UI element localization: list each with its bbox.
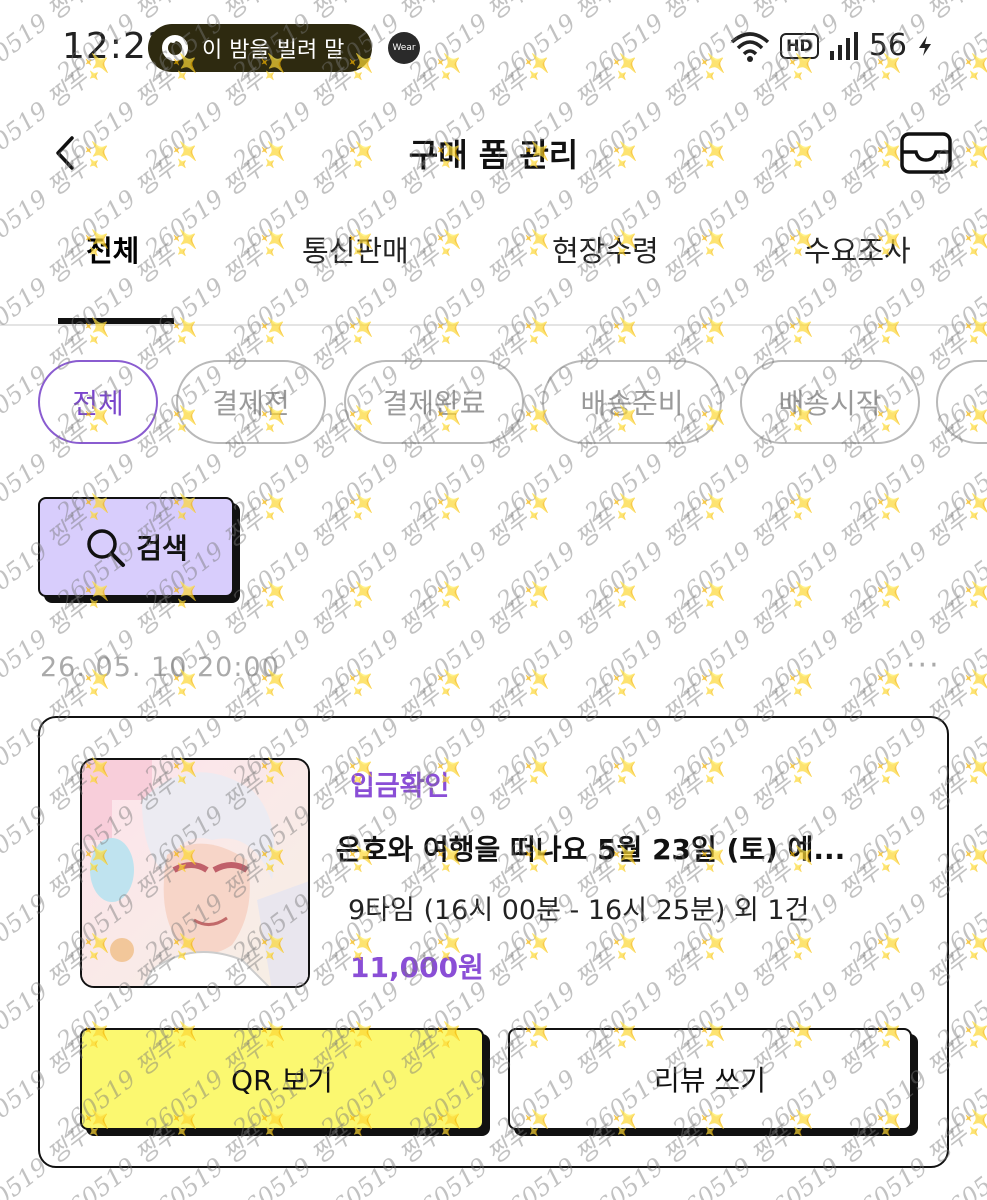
watermark-text: 260519 찡푸✨ bbox=[227, 574, 382, 703]
filter-chip-all[interactable]: 전체 bbox=[38, 360, 158, 444]
signal-icon bbox=[829, 31, 859, 61]
filter-chip-more[interactable] bbox=[936, 360, 987, 444]
search-label: 검색 bbox=[136, 532, 188, 565]
watermark-text: 260519 찡푸✨ bbox=[667, 486, 822, 615]
battery-level: 56 bbox=[868, 28, 907, 63]
filter-chip-before-payment[interactable]: 결제전 bbox=[176, 360, 326, 444]
order-card[interactable]: 입금확인 은호와 여행을 떠나요 5월 23일 (토) 예... 9타임 (16… bbox=[38, 716, 949, 1168]
now-playing-pill[interactable]: 이 밤을 빌려 말 bbox=[148, 24, 372, 72]
watermark-text: 260519 찡푸✨ bbox=[315, 574, 470, 703]
time-slot: 9타임 (16시 00분 - 16시 25분) 외 1건 bbox=[348, 895, 810, 926]
order-price: 11,000원 bbox=[350, 951, 484, 984]
hd-badge: HD bbox=[780, 32, 819, 59]
watermark-text: 260519 찡푸✨ bbox=[227, 486, 382, 615]
watermark-text: 260519 찡푸✨ bbox=[667, 574, 822, 703]
product-image bbox=[82, 760, 308, 986]
watermark-text: 260519 찡푸✨ bbox=[931, 504, 987, 615]
watermark-text: 260519 찡푸✨ bbox=[755, 574, 910, 703]
filter-chip-shipped[interactable]: 배송시작 bbox=[740, 360, 920, 444]
inbox-icon bbox=[900, 132, 952, 174]
status-bar: 12:23 이 밤을 빌려 말 Wear HD 56 bbox=[0, 0, 987, 95]
wifi-icon bbox=[730, 30, 770, 62]
tab-mail-order[interactable]: 통신판매 bbox=[302, 228, 409, 270]
view-qr-button-face: QR 보기 bbox=[80, 1028, 484, 1130]
write-review-button[interactable]: 리뷰 쓰기 bbox=[508, 1028, 918, 1136]
watermark-text: 260519 찡푸✨ bbox=[579, 486, 734, 615]
status-indicators: HD 56 bbox=[730, 28, 933, 63]
charging-icon bbox=[917, 35, 933, 57]
order-status: 입금확인 bbox=[350, 771, 450, 802]
view-qr-button[interactable]: QR 보기 bbox=[80, 1028, 490, 1136]
watermark-text: 260519 찡푸✨ bbox=[843, 486, 987, 615]
watermark-text: 260519 찡푸✨ bbox=[931, 592, 987, 703]
tab-demand-survey[interactable]: 수요조사 bbox=[804, 228, 911, 270]
product-thumbnail bbox=[80, 758, 310, 988]
tab-all[interactable]: 전체 bbox=[86, 228, 139, 270]
page-header: 구매 폼 관리 bbox=[0, 108, 987, 198]
watermark-text: 260519 찡푸✨ bbox=[403, 486, 558, 615]
watermark-text: 260519 찡푸✨ bbox=[491, 574, 646, 703]
page-title: 구매 폼 관리 bbox=[408, 136, 579, 174]
now-playing-title: 이 밤을 빌려 말 bbox=[202, 38, 345, 63]
search-button-face: 검색 bbox=[38, 497, 234, 597]
watermark-text: 260519 찡푸✨ bbox=[491, 486, 646, 615]
tab-onsite-pickup[interactable]: 현장수령 bbox=[552, 228, 659, 270]
write-review-button-face: 리뷰 쓰기 bbox=[508, 1028, 912, 1130]
watermark-text: 260519 찡푸✨ bbox=[843, 574, 987, 703]
product-name: 은호와 여행을 떠나요 5월 23일 (토) 예... bbox=[336, 833, 846, 866]
search-icon bbox=[87, 529, 126, 567]
category-tabs: 전체 통신판매 현장수령 수요조사 bbox=[0, 210, 987, 326]
watermark-text: 260519 찡푸✨ bbox=[579, 574, 734, 703]
music-icon bbox=[162, 35, 188, 61]
order-more-button[interactable]: ··· bbox=[906, 648, 941, 683]
search-button[interactable]: 검색 bbox=[38, 497, 240, 603]
tab-active-indicator bbox=[58, 318, 174, 324]
watermark-text: 260519 찡푸✨ bbox=[315, 486, 470, 615]
wear-app-icon: Wear bbox=[388, 32, 420, 64]
filter-chip-payment-complete[interactable]: 결제완료 bbox=[344, 360, 524, 444]
order-date: 26. 05. 10 20:00 bbox=[40, 652, 280, 683]
status-filter-chips: 전체 결제전 결제완료 배송준비 배송시작 bbox=[0, 354, 987, 450]
filter-chip-preparing-shipment[interactable]: 배송준비 bbox=[542, 360, 722, 444]
watermark-text: 260519 찡푸✨ bbox=[403, 574, 558, 703]
watermark-text: 260519 찡푸✨ bbox=[755, 486, 910, 615]
inbox-button[interactable] bbox=[898, 128, 954, 178]
